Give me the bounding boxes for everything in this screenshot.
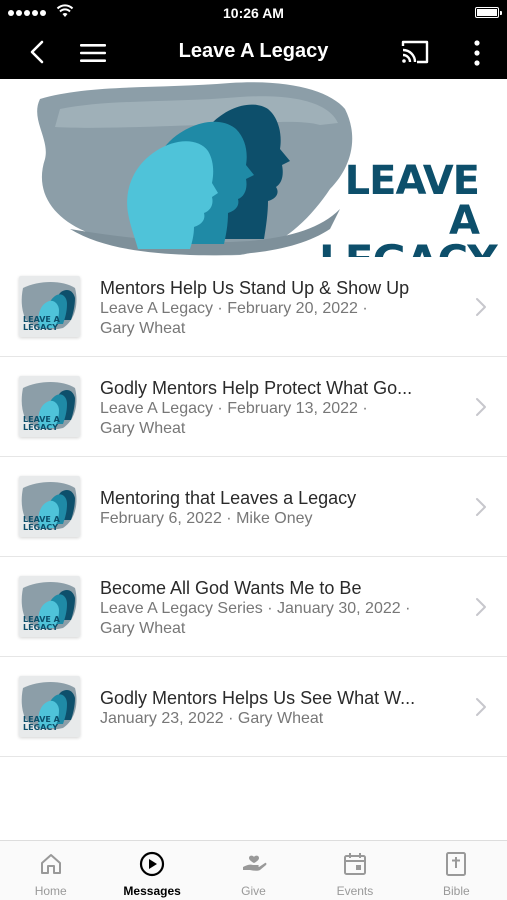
tab-messages[interactable]: Messages xyxy=(101,841,202,900)
message-list: LEAVE A LEGACY Mentors Help Us Stand Up &… xyxy=(0,257,507,757)
tab-home[interactable]: Home xyxy=(0,841,101,900)
message-meta: Leave A Legacy · February 20, 2022 · xyxy=(100,300,368,317)
status-bar: 10:26 AM xyxy=(0,0,507,26)
tab-bible[interactable]: Bible xyxy=(406,841,507,900)
message-title: Mentors Help Us Stand Up & Show Up xyxy=(100,278,410,298)
tab-label: Give xyxy=(241,884,266,898)
thumbnail-label: LEAVE A LEGACY xyxy=(23,415,60,432)
list-item[interactable]: LEAVE A LEGACY Godly Mentors Help Protect… xyxy=(0,357,507,457)
list-item[interactable]: LEAVE A LEGACY Mentors Help Us Stand Up &… xyxy=(0,257,507,357)
tab-give[interactable]: Give xyxy=(203,841,304,900)
battery-icon xyxy=(475,7,502,18)
message-title: Mentoring that Leaves a Legacy xyxy=(100,488,357,508)
tab-bar: Home Messages Give Events Bible xyxy=(0,840,507,900)
tab-label: Messages xyxy=(123,884,181,898)
chevron-right-icon xyxy=(476,598,486,616)
more-vertical-icon[interactable] xyxy=(471,38,483,68)
thumbnail-label: LEAVE A LEGACY xyxy=(23,715,60,732)
nav-bar: Leave A Legacy xyxy=(0,26,507,79)
chevron-right-icon xyxy=(476,498,486,516)
message-title: Godly Mentors Help Protect What Go... xyxy=(100,378,413,398)
list-item[interactable]: LEAVE A LEGACY Godly Mentors Helps Us See… xyxy=(0,657,507,757)
cast-icon[interactable] xyxy=(399,38,431,66)
series-banner: LEAVE A LEGACY xyxy=(0,79,507,257)
give-hand-icon xyxy=(242,855,266,871)
list-item[interactable]: LEAVE A LEGACY Become All God Wants Me to… xyxy=(0,557,507,657)
play-circle-icon xyxy=(140,851,165,877)
hamburger-menu-icon[interactable] xyxy=(78,40,108,66)
thumbnail-label: LEAVE A LEGACY xyxy=(23,315,60,332)
status-time: 10:26 AM xyxy=(223,5,284,21)
message-thumbnail: LEAVE A LEGACY xyxy=(19,576,80,637)
home-icon xyxy=(40,854,61,874)
thumbnail-label: LEAVE A LEGACY xyxy=(23,615,60,632)
back-arrow-icon[interactable] xyxy=(24,38,52,66)
chevron-right-icon xyxy=(476,698,486,716)
list-item[interactable]: LEAVE A LEGACY Mentoring that Leaves a Le… xyxy=(0,457,507,557)
message-speaker: Gary Wheat xyxy=(100,620,186,637)
chevron-right-icon xyxy=(476,298,486,316)
message-meta: Leave A Legacy · February 13, 2022 · xyxy=(100,400,368,417)
tab-label: Bible xyxy=(442,884,470,898)
message-thumbnail: LEAVE A LEGACY xyxy=(19,376,80,437)
message-meta: February 6, 2022 · Mike Oney xyxy=(100,510,313,527)
message-thumbnail: LEAVE A LEGACY xyxy=(19,676,80,737)
message-title: Become All God Wants Me to Be xyxy=(100,578,362,598)
calendar-icon xyxy=(343,853,366,875)
message-meta: Leave A Legacy Series · January 30, 2022… xyxy=(100,600,411,617)
message-thumbnail: LEAVE A LEGACY xyxy=(19,276,80,337)
message-title: Godly Mentors Helps Us See What W... xyxy=(100,688,416,708)
chevron-right-icon xyxy=(476,398,486,416)
message-speaker: Gary Wheat xyxy=(100,420,186,437)
message-thumbnail: LEAVE A LEGACY xyxy=(19,476,80,537)
bible-icon xyxy=(446,852,467,876)
message-meta: January 23, 2022 · Gary Wheat xyxy=(100,710,324,727)
tab-label: Events xyxy=(336,884,374,898)
tab-label: Home xyxy=(34,884,67,898)
tab-events[interactable]: Events xyxy=(304,841,405,900)
thumbnail-label: LEAVE A LEGACY xyxy=(23,515,60,532)
message-speaker: Gary Wheat xyxy=(100,320,186,337)
banner-title: LEAVE A LEGACY xyxy=(319,158,498,257)
